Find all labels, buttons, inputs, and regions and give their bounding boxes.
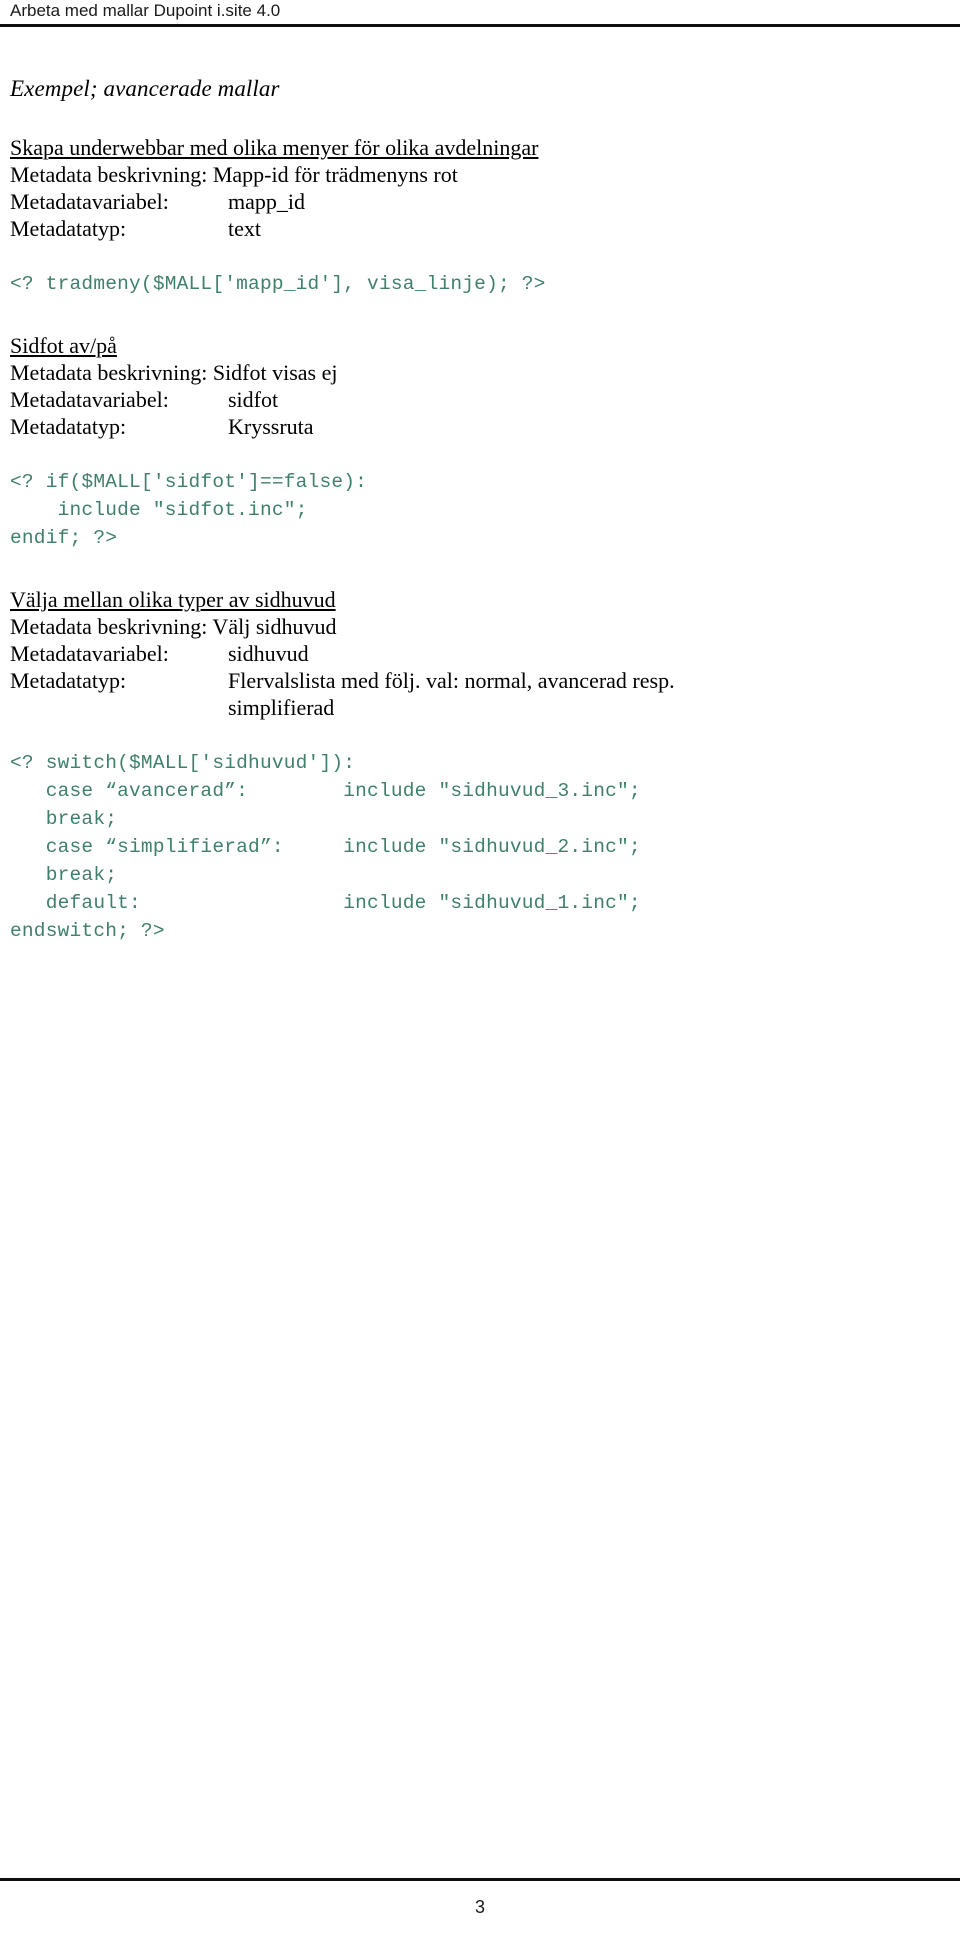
- metadata-description: Metadata beskrivning: Välj sidhuvud: [10, 614, 337, 639]
- code-block-tradmeny: <? tradmeny($MALL['mapp_id'], visa_linje…: [10, 270, 950, 298]
- metadata-type-value: text: [228, 216, 261, 241]
- metadata-variable-value: mapp_id: [228, 189, 305, 214]
- metadata-variable-label: Metadatavariabel:: [10, 189, 169, 214]
- page-title: Exempel; avancerade mallar: [10, 76, 280, 101]
- metadata-variable-value: sidfot: [228, 387, 279, 412]
- metadata-type-label: Metadatatyp:: [10, 216, 127, 241]
- code-text: <? switch($MALL['sidhuvud']): case “avan…: [10, 752, 641, 942]
- document-body: Exempel; avancerade mallar Skapa underwe…: [10, 74, 950, 945]
- section-sidhuvud: Välja mellan olika typer av sidhuvud Met…: [10, 586, 950, 721]
- metadata-type-value: Kryssruta: [228, 414, 314, 439]
- code-text: <? if($MALL['sidfot']==false): include "…: [10, 471, 368, 549]
- running-header-title: Arbeta med mallar Dupoint i.site 4.0: [10, 1, 281, 20]
- section-sidfot: Sidfot av/på Metadata beskrivning: Sidfo…: [10, 332, 950, 440]
- metadata-variable-row: Metadatavariabel: sidhuvud: [10, 640, 950, 667]
- metadata-variable-value: sidhuvud: [228, 641, 309, 666]
- footer-divider-rule: [0, 1878, 960, 1881]
- metadata-type-row: Metadatatyp: Kryssruta: [10, 413, 950, 440]
- document-header: Arbeta med mallar Dupoint i.site 4.0: [0, 0, 960, 30]
- header-divider-rule: [0, 24, 960, 27]
- metadata-type-row: Metadatatyp: Flervalslista med följ. val…: [10, 667, 950, 694]
- metadata-type-label: Metadatatyp:: [10, 414, 127, 439]
- metadata-variable-row: Metadatavariabel: sidfot: [10, 386, 950, 413]
- metadata-type-value: Flervalslista med följ. val: normal, ava…: [228, 668, 675, 693]
- metadata-type-value-continuation: simplifierad: [228, 695, 335, 720]
- metadata-description: Metadata beskrivning: Mapp-id för trädme…: [10, 162, 458, 187]
- metadata-variable-label: Metadatavariabel:: [10, 387, 169, 412]
- page-number: 3: [474, 1897, 485, 1917]
- metadata-type-row: Metadatatyp: text: [10, 215, 950, 242]
- document-page: Arbeta med mallar Dupoint i.site 4.0 Exe…: [0, 0, 960, 1934]
- section-heading: Sidfot av/på: [10, 333, 117, 358]
- section-heading: Skapa underwebbar med olika menyer för o…: [10, 135, 539, 160]
- code-block-switch-sidhuvud: <? switch($MALL['sidhuvud']): case “avan…: [10, 749, 950, 945]
- metadata-type-label: Metadatatyp:: [10, 668, 127, 693]
- code-block-sidfot: <? if($MALL['sidfot']==false): include "…: [10, 468, 950, 552]
- metadata-description: Metadata beskrivning: Sidfot visas ej: [10, 360, 338, 385]
- metadata-variable-row: Metadatavariabel: mapp_id: [10, 188, 950, 215]
- metadata-variable-label: Metadatavariabel:: [10, 641, 169, 666]
- section-heading: Välja mellan olika typer av sidhuvud: [10, 587, 336, 612]
- code-text: <? tradmeny($MALL['mapp_id'], visa_linje…: [10, 273, 546, 295]
- document-footer: 3: [0, 1860, 960, 1934]
- section-skapa-underwebbar: Skapa underwebbar med olika menyer för o…: [10, 134, 950, 242]
